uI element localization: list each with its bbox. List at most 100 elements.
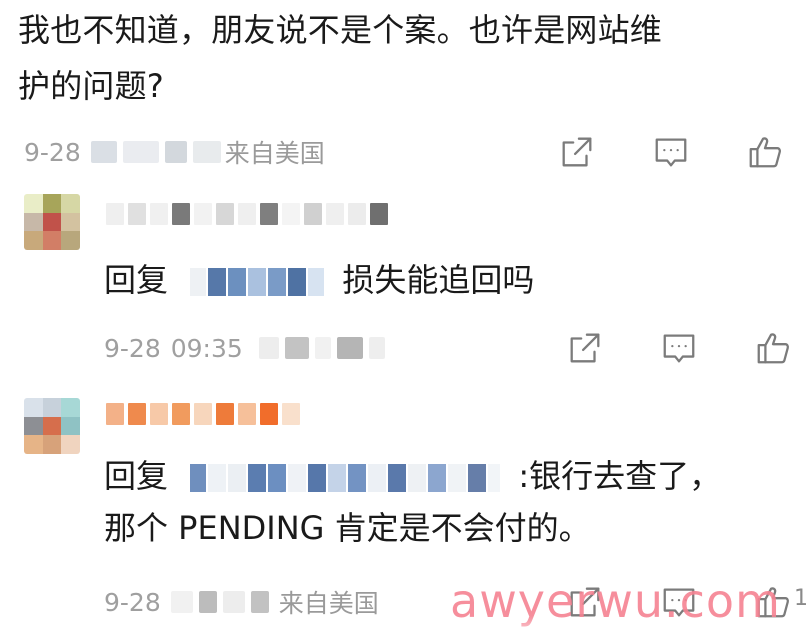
redacted-block [448,464,467,492]
redacted-block [90,141,117,163]
reply-username[interactable] [106,402,304,426]
reply-text: 回复 :银行去查了， 那个 PENDING 肯定是不会付的。 [104,450,721,554]
bottom-fade [0,616,812,634]
like-icon-svg [749,137,781,168]
redacted-block [208,464,227,492]
share-icon-svg [562,137,592,167]
redacted-block [348,464,367,492]
share-icon-svg [570,333,600,363]
redacted-block [328,464,347,492]
comment-thread: 我也不知道，朋友说不是个案。也许是网站维 护的问题? 9-28 来自美国 回复 … [0,0,812,634]
redacted-block [198,591,217,613]
redacted-block [408,464,427,492]
redacted-block [308,268,325,296]
redacted-block [150,203,168,225]
redacted-block [488,464,501,492]
reply-text: 回复 损失能追回吗 [104,254,534,306]
reply-actions [564,328,794,368]
redacted-block [368,337,385,359]
reply-prefix: 回复 [104,261,169,299]
redacted-block [208,268,227,296]
redacted-block [194,403,212,425]
redacted-block [268,268,287,296]
redacted-block [326,203,344,225]
redacted-block [250,591,269,613]
redacted-block [170,591,193,613]
reply-content-line-2: 那个 PENDING 肯定是不会付的。 [104,509,591,547]
redacted-block [216,403,234,425]
redacted-username [190,268,326,296]
redacted-block [336,337,363,359]
redacted-block [368,464,387,492]
reply-origin: 来自美国 [278,589,379,618]
like-icon-svg [757,333,789,364]
redacted-username [190,464,502,492]
like-icon[interactable] [744,131,786,173]
redacted-block [260,203,278,225]
top-comment-date: 9-28 [24,137,81,167]
redacted-block [238,203,256,225]
like-count: 1 [794,586,808,611]
redacted-block [260,403,278,425]
redacted-block [288,268,307,296]
top-comment-text: 我也不知道，朋友说不是个案。也许是网站维 护的问题? [18,2,788,114]
redacted-block [282,203,300,225]
like-icon[interactable] [752,327,794,369]
reply-username[interactable] [106,202,392,226]
comment-icon-svg [655,138,687,167]
redacted-block [222,591,245,613]
redacted-block [284,337,309,359]
redacted-block [314,337,331,359]
reply-item: 回复 损失能追回吗 9-28 09:35 [24,194,794,384]
redacted-block [370,203,388,225]
avatar[interactable] [24,398,80,454]
top-comment-meta: 9-28 来自美国 [24,132,804,172]
redacted-block [216,203,234,225]
redacted-block [190,464,207,492]
reply-meta: 9-28 09:35 [104,328,794,368]
redacted-block [248,268,267,296]
reply-date: 9-28 [104,587,161,617]
redacted-block [388,464,407,492]
comment-icon[interactable] [658,327,700,369]
redacted-block [172,203,190,225]
top-comment-line-2: 护的问题? [18,67,164,105]
reply-content: :银行去查了， [518,457,722,495]
redacted-block [468,464,487,492]
redacted-block [268,464,287,492]
redacted-block [238,403,256,425]
redacted-block [122,141,159,163]
reply-prefix: 回复 [104,457,169,495]
redacted-block [428,464,447,492]
share-icon[interactable] [556,131,598,173]
avatar[interactable] [24,194,80,250]
redacted-block [172,403,190,425]
redacted-block [248,464,267,492]
redacted-block [304,203,322,225]
redacted-block [106,403,124,425]
top-comment-origin: 来自美国 [224,139,325,168]
redacted-block [228,268,247,296]
reply-content: 损失能追回吗 [342,261,535,299]
reply-time: 09:35 [170,333,243,363]
redacted-block [228,464,247,492]
redacted-block [258,337,279,359]
comment-icon[interactable] [650,131,692,173]
top-comment-line-1: 我也不知道，朋友说不是个案。也许是网站维 [18,11,663,49]
redacted-block [308,464,327,492]
reply-date: 9-28 [104,333,161,363]
redacted-block [150,403,168,425]
share-icon[interactable] [564,327,606,369]
redacted-block [164,141,187,163]
redacted-block [106,203,124,225]
redacted-block [288,464,307,492]
redacted-block [128,203,146,225]
redacted-block [194,203,212,225]
redacted-block [348,203,366,225]
redacted-block [128,403,146,425]
redacted-block [282,403,300,425]
redacted-block [190,268,207,296]
top-comment: 我也不知道，朋友说不是个案。也许是网站维 护的问题? [18,0,788,114]
top-comment-actions [556,132,786,172]
redacted-block [192,141,221,163]
